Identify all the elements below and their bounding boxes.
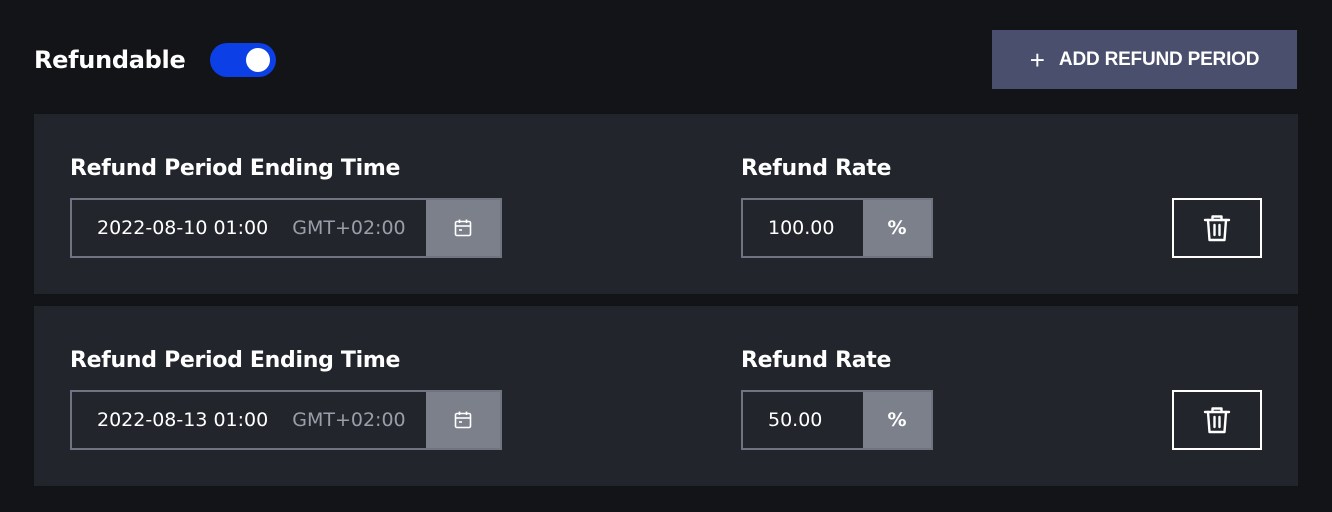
- refund-rate-field[interactable]: 100.00 %: [741, 198, 933, 258]
- ending-time-value-box[interactable]: 2022-08-10 01:00 GMT+02:00: [72, 200, 426, 256]
- add-refund-period-button[interactable]: + ADD REFUND PERIOD: [992, 30, 1297, 89]
- ending-time-field[interactable]: 2022-08-13 01:00 GMT+02:00: [70, 390, 502, 450]
- delete-period-button[interactable]: [1172, 390, 1262, 450]
- calendar-icon: [454, 219, 472, 237]
- refund-rate-value[interactable]: 50.00: [743, 392, 863, 448]
- timezone-label: GMT+02:00: [292, 409, 406, 431]
- calendar-icon: [454, 411, 472, 429]
- refund-header: Refundable + ADD REFUND PERIOD: [34, 30, 1297, 89]
- refund-rate-label: Refund Rate: [741, 348, 892, 373]
- percent-unit: %: [863, 392, 931, 448]
- ending-time-label: Refund Period Ending Time: [70, 348, 401, 373]
- toggle-knob: [246, 47, 271, 72]
- ending-time-value: 2022-08-10 01:00: [97, 217, 269, 239]
- trash-icon: [1203, 407, 1231, 434]
- trash-icon: [1203, 215, 1231, 242]
- refund-period-card: Refund Period Ending Time 2022-08-10 01:…: [34, 114, 1298, 294]
- refundable-toggle[interactable]: [210, 42, 277, 77]
- ending-time-field[interactable]: 2022-08-10 01:00 GMT+02:00: [70, 198, 502, 258]
- timezone-label: GMT+02:00: [292, 217, 406, 239]
- calendar-button[interactable]: [426, 392, 500, 448]
- refund-period-card: Refund Period Ending Time 2022-08-13 01:…: [34, 306, 1298, 486]
- refundable-label: Refundable: [34, 45, 186, 74]
- ending-time-value: 2022-08-13 01:00: [97, 409, 269, 431]
- refund-period-list: Refund Period Ending Time 2022-08-10 01:…: [34, 114, 1298, 498]
- add-refund-period-label: ADD REFUND PERIOD: [1058, 48, 1260, 70]
- refund-rate-value[interactable]: 100.00: [743, 200, 863, 256]
- refund-rate-field[interactable]: 50.00 %: [741, 390, 933, 450]
- ending-time-label: Refund Period Ending Time: [70, 156, 401, 181]
- refund-settings-panel: Refundable + ADD REFUND PERIOD Refund Pe…: [0, 0, 1332, 512]
- delete-period-button[interactable]: [1172, 198, 1262, 258]
- refundable-setting: Refundable: [34, 42, 277, 77]
- percent-unit: %: [863, 200, 931, 256]
- ending-time-value-box[interactable]: 2022-08-13 01:00 GMT+02:00: [72, 392, 426, 448]
- calendar-button[interactable]: [426, 200, 500, 256]
- refund-rate-label: Refund Rate: [741, 156, 892, 181]
- plus-icon: +: [1029, 44, 1045, 75]
